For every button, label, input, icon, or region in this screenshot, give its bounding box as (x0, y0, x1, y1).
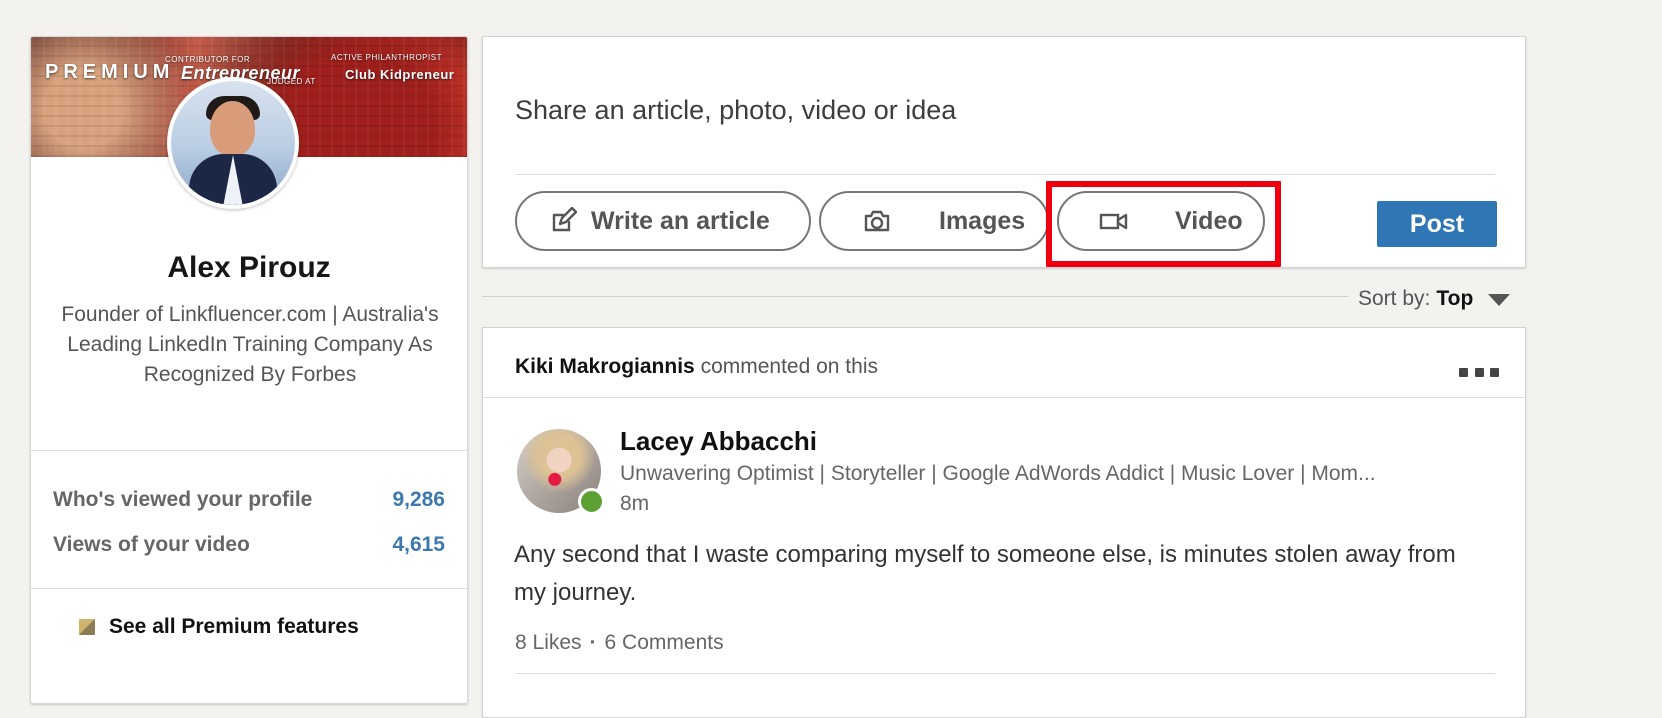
author-headline: Unwavering Optimist | Storyteller | Goog… (620, 462, 1376, 485)
video-button-highlight (1046, 181, 1281, 267)
edit-icon (549, 207, 577, 235)
sort-value: Top (1436, 286, 1474, 310)
profile-avatar[interactable] (167, 77, 299, 209)
activity-actor[interactable]: Kiki Makrogiannis (515, 355, 695, 378)
cover-tag-club-kidpreneur: Club Kidpreneur (345, 67, 455, 82)
feed-bottom-divider (515, 673, 1495, 674)
video-views-row[interactable]: Views of your video 4,615 (53, 532, 445, 558)
images-label: Images (939, 206, 1026, 235)
post-body-text: Any second that I waste comparing myself… (514, 541, 1456, 606)
profile-views-row[interactable]: Who's viewed your profile 9,286 (53, 487, 445, 513)
activity-line: Kiki Makrogiannis commented on this (515, 355, 878, 379)
video-views-value[interactable]: 4,615 (392, 533, 445, 557)
feed-post-card: Kiki Makrogiannis commented on this Lace… (482, 327, 1526, 718)
premium-badge-icon (79, 619, 95, 635)
chevron-down-icon (1488, 293, 1511, 306)
profile-avatar-image (171, 81, 295, 205)
camera-icon (863, 209, 891, 233)
profile-divider-top (31, 450, 467, 451)
profile-name[interactable]: Alex Pirouz (31, 251, 467, 285)
activity-text: commented on this (700, 355, 878, 378)
profile-headline: Founder of Linkfluencer.com | Australia'… (61, 303, 439, 386)
video-views-label: Views of your video (53, 533, 250, 556)
feed-sort-divider (482, 296, 1348, 297)
more-options-icon[interactable] (1459, 367, 1499, 377)
post-button[interactable]: Post (1377, 201, 1497, 247)
comments-count[interactable]: 6 Comments (605, 631, 724, 655)
sort-label: Sort by: (1358, 286, 1431, 310)
images-button[interactable]: Images (819, 191, 1049, 251)
profile-card: PREMIUM CONTRIBUTOR FOR Entrepreneur JUD… (30, 36, 468, 704)
profile-views-value[interactable]: 9,286 (392, 488, 445, 512)
write-article-label: Write an article (591, 206, 770, 235)
likes-count[interactable]: 8 Likes (515, 631, 582, 655)
share-composer: Share an article, photo, video or idea W… (482, 36, 1526, 268)
premium-features-label: See all Premium features (109, 615, 359, 638)
cover-tag-philanthropist: ACTIVE PHILANTHROPIST (331, 53, 442, 62)
stats-separator: · (589, 631, 597, 654)
post-engagement-stats: 8 Likes · 6 Comments (515, 631, 724, 655)
premium-label: PREMIUM (45, 61, 175, 83)
clipped-top-text-label: ··· (480, 0, 507, 8)
composer-divider (515, 174, 1495, 175)
sort-dropdown[interactable]: Sort by: Top (1358, 286, 1524, 311)
clipped-top-text: ··· (480, 0, 1662, 8)
premium-features-link[interactable]: See all Premium features (79, 613, 359, 641)
feed-header-divider (483, 397, 1525, 398)
online-status-icon (578, 488, 605, 515)
profile-views-label: Who's viewed your profile (53, 488, 313, 511)
post-timestamp: 8m (620, 492, 650, 515)
write-article-button[interactable]: Write an article (515, 191, 811, 251)
share-prompt[interactable]: Share an article, photo, video or idea (515, 95, 956, 126)
profile-divider-bottom (31, 588, 467, 589)
author-name[interactable]: Lacey Abbacchi (620, 426, 817, 457)
cover-tag-judged: JUDGED AT (267, 77, 316, 86)
